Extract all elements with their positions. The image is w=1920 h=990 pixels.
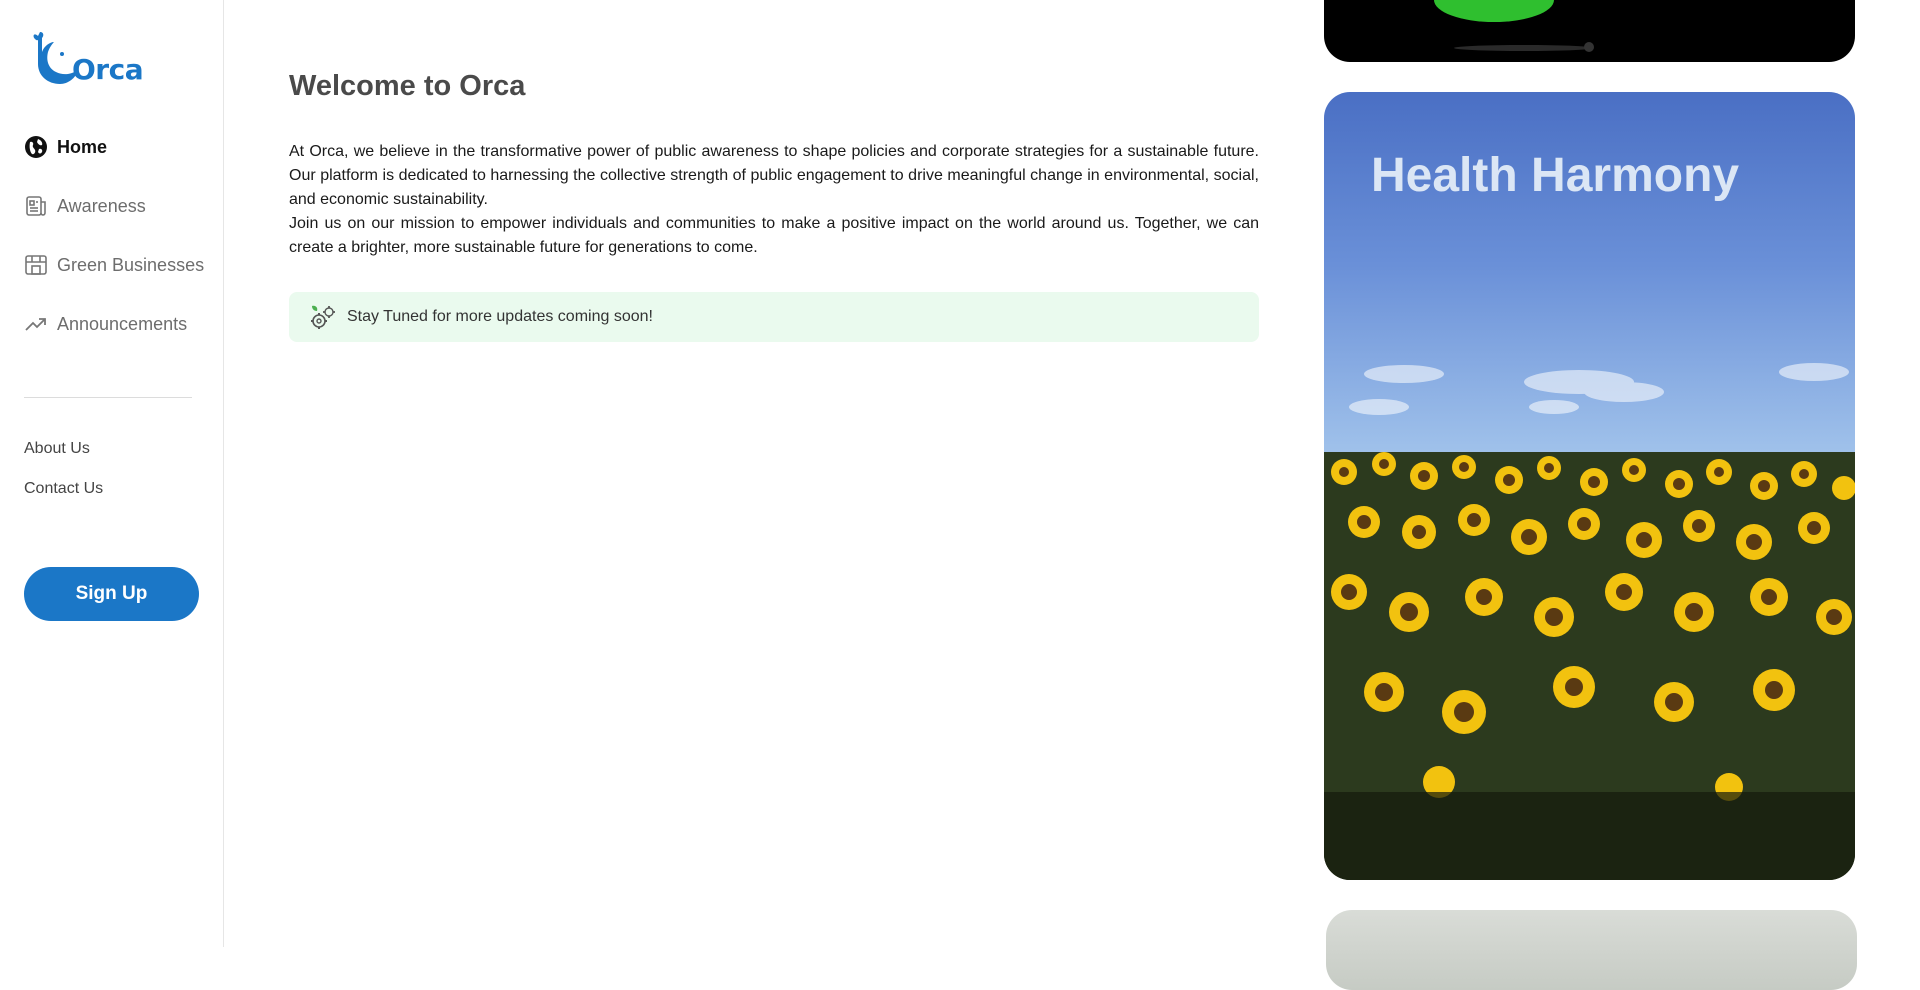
contact-us-link[interactable]: Contact Us <box>24 480 103 500</box>
sign-up-button[interactable]: Sign Up <box>24 567 199 621</box>
nav-label-announcements: Announcements <box>57 313 188 334</box>
feature-card-health-harmony[interactable]: Health Harmony <box>1324 92 1855 880</box>
sunflower-field-image <box>1324 363 1855 880</box>
globe-icon <box>24 135 48 159</box>
trending-up-icon <box>24 312 48 336</box>
intro-paragraph: At Orca, we believe in the transformativ… <box>289 143 1259 208</box>
sidebar-divider <box>24 397 192 398</box>
nav-item-announcements[interactable]: Announcements <box>24 311 214 337</box>
feature-card[interactable] <box>1326 910 1857 990</box>
intro-paragraph: Join us on our mission to empower indivi… <box>289 215 1259 256</box>
nav-label-green-businesses: Green Businesses <box>57 254 205 275</box>
nav-label-home: Home <box>57 136 108 157</box>
nav-item-awareness[interactable]: Awareness <box>24 193 214 219</box>
nav-item-home[interactable]: Home <box>24 134 214 160</box>
orca-logo[interactable]: Orca <box>32 30 144 86</box>
card-image <box>1434 0 1594 52</box>
main-nav: Home Awareness Green Businesses Announce… <box>24 134 214 370</box>
updates-notice: Stay Tuned for more updates coming soon! <box>289 292 1259 342</box>
notice-text: Stay Tuned for more updates coming soon! <box>347 308 653 325</box>
sidebar: Orca Home Awareness Green Businesses Ann… <box>0 0 224 947</box>
nav-item-green-businesses[interactable]: Green Businesses <box>24 252 214 278</box>
newspaper-icon <box>24 194 48 218</box>
card-title: Health Harmony <box>1371 149 1740 202</box>
intro-text: At Orca, we believe in the transformativ… <box>289 140 1259 260</box>
page-title: Welcome to Orca <box>289 70 526 102</box>
feature-card[interactable] <box>1324 0 1855 62</box>
brand-name: Orca <box>72 53 144 86</box>
secondary-nav: About Us Contact Us <box>24 440 103 520</box>
about-us-link[interactable]: About Us <box>24 440 103 460</box>
storefront-icon <box>24 253 48 277</box>
gears-icon <box>307 302 337 332</box>
nav-label-awareness: Awareness <box>57 195 146 216</box>
